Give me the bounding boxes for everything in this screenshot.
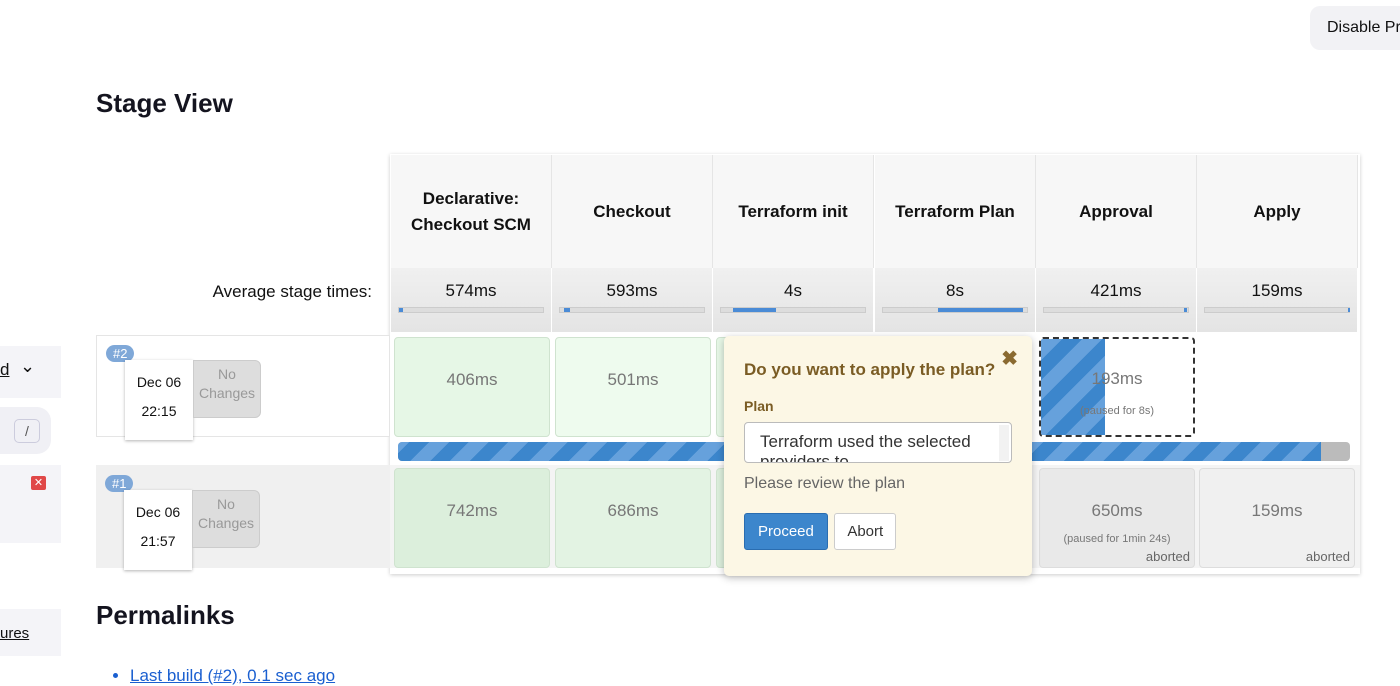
sidebar-item-label: d bbox=[0, 360, 10, 379]
disable-project-button[interactable]: Disable Project bbox=[1310, 6, 1400, 50]
permalink[interactable]: Last build (#2), 0.1 sec ago bbox=[130, 666, 335, 685]
avg-time-bar bbox=[1043, 307, 1189, 313]
stage-cell[interactable]: 686ms bbox=[555, 468, 711, 568]
close-icon[interactable]: ✕ bbox=[31, 476, 46, 490]
chevron-down-icon[interactable]: ⌄ bbox=[20, 356, 35, 377]
approval-cell-running[interactable]: 193ms (paused for 8s) bbox=[1039, 337, 1195, 437]
cell-paused: (paused for 8s) bbox=[1080, 405, 1154, 417]
sidebar-item-features[interactable]: ures bbox=[0, 609, 61, 656]
avg-time-bar bbox=[882, 307, 1028, 313]
avg-time-bar bbox=[398, 307, 544, 313]
avg-value: 421ms bbox=[1090, 281, 1142, 300]
avg-value: 574ms bbox=[445, 281, 497, 300]
stage-cell[interactable]: 406ms bbox=[394, 337, 550, 437]
sidebar-item-label: ures bbox=[0, 625, 30, 642]
avg-time-bar-fill bbox=[564, 308, 571, 312]
sidebar-build-entry[interactable]: ✕ bbox=[0, 465, 61, 543]
build-row-1[interactable]: #1 Dec 06 21:57 No Changes bbox=[96, 465, 390, 570]
stage-view-title: Stage View bbox=[96, 88, 233, 118]
avg-time-bar-fill bbox=[1183, 308, 1187, 312]
close-icon[interactable]: ✖ bbox=[1001, 346, 1018, 371]
cell-time: 742ms bbox=[446, 501, 498, 520]
status: aborted bbox=[1305, 549, 1350, 564]
description: Please review the plan bbox=[744, 475, 905, 492]
cell-time: 650ms bbox=[1091, 501, 1143, 520]
changes[interactable]: No Changes bbox=[193, 360, 261, 418]
stage-avg-time: 159ms bbox=[1197, 268, 1358, 332]
avg-value: 4s bbox=[784, 281, 802, 300]
stage-avg-time: 421ms bbox=[1036, 268, 1197, 332]
stage-header: Terraform init bbox=[713, 155, 874, 268]
proceed-button[interactable]: Proceed bbox=[744, 513, 828, 550]
stage-header: Terraform Plan bbox=[875, 155, 1036, 268]
stage-avg-time: 8s bbox=[875, 268, 1036, 332]
stage-avg-time: 4s bbox=[713, 268, 874, 332]
stage-header: Approval bbox=[1036, 155, 1197, 268]
cell-time: 406ms bbox=[446, 370, 498, 389]
cell-paused: (paused for 1min 24s) bbox=[1063, 533, 1171, 545]
date: Dec 06 bbox=[135, 504, 181, 520]
input-popover: ✖ Do you want to apply the plan? Plan Te… bbox=[724, 336, 1032, 576]
stage-header: Apply bbox=[1197, 155, 1358, 268]
cell-time: 193ms bbox=[1091, 369, 1143, 388]
avg-time-bar-fill bbox=[399, 308, 404, 312]
changes[interactable]: No Changes bbox=[192, 490, 260, 548]
avg-time-bar-fill bbox=[937, 308, 1023, 312]
stage-cell[interactable]: 742ms bbox=[394, 468, 550, 568]
sidebar-item-build[interactable]: d ⌄ bbox=[0, 346, 61, 398]
status: aborted bbox=[1145, 549, 1190, 564]
avg-label: Average stage times: bbox=[212, 282, 372, 301]
time: 21:57 bbox=[140, 533, 176, 549]
apply-cell-aborted[interactable]: 159ms aborted bbox=[1199, 468, 1355, 568]
build-date: Dec 06 21:57 bbox=[124, 490, 192, 570]
build-row-2[interactable]: #2 Dec 06 22:15 No Changes bbox=[96, 335, 390, 440]
build-date: Dec 06 22:15 bbox=[125, 360, 193, 440]
cell-time: 686ms bbox=[607, 501, 659, 520]
stage-header: Declarative: Checkout SCM bbox=[391, 155, 552, 268]
avg-value: 593ms bbox=[606, 281, 658, 300]
search-box[interactable]: / bbox=[0, 407, 51, 454]
avg-time-bar bbox=[559, 307, 705, 313]
popover-title: Do you want to apply the plan? bbox=[744, 360, 996, 379]
permalink-item[interactable]: Last build (#2), 0.1 sec ago bbox=[130, 666, 335, 686]
plan-text: Terraform used the selected providers to bbox=[760, 432, 971, 463]
stage-avg-time: 593ms bbox=[552, 268, 713, 332]
cell-time: 159ms bbox=[1251, 501, 1303, 520]
avg-time-bar-fill bbox=[732, 308, 776, 312]
avg-time-bar bbox=[720, 307, 866, 313]
plan-textarea[interactable]: Terraform used the selected providers to bbox=[744, 422, 1012, 463]
shortcut-key: / bbox=[14, 419, 40, 443]
abort-button[interactable]: Abort bbox=[834, 513, 897, 550]
permalinks-list: Last build (#2), 0.1 sec ago bbox=[130, 666, 335, 686]
stage-cell[interactable]: 501ms bbox=[555, 337, 711, 437]
scrollbar[interactable] bbox=[999, 425, 1009, 461]
permalinks-title: Permalinks bbox=[96, 600, 235, 630]
avg-value: 159ms bbox=[1251, 281, 1303, 300]
cell-time: 501ms bbox=[607, 370, 659, 389]
param-label: Plan bbox=[744, 398, 774, 414]
stage-header: Checkout bbox=[552, 155, 713, 268]
avg-value: 8s bbox=[946, 281, 964, 300]
time: 22:15 bbox=[141, 403, 177, 419]
approval-cell-aborted[interactable]: 650ms (paused for 1min 24s) aborted bbox=[1039, 468, 1195, 568]
avg-time-bar-fill bbox=[1347, 308, 1351, 312]
stage-avg-time: 574ms bbox=[391, 268, 552, 332]
avg-time-bar bbox=[1204, 307, 1351, 313]
date: Dec 06 bbox=[136, 374, 182, 390]
